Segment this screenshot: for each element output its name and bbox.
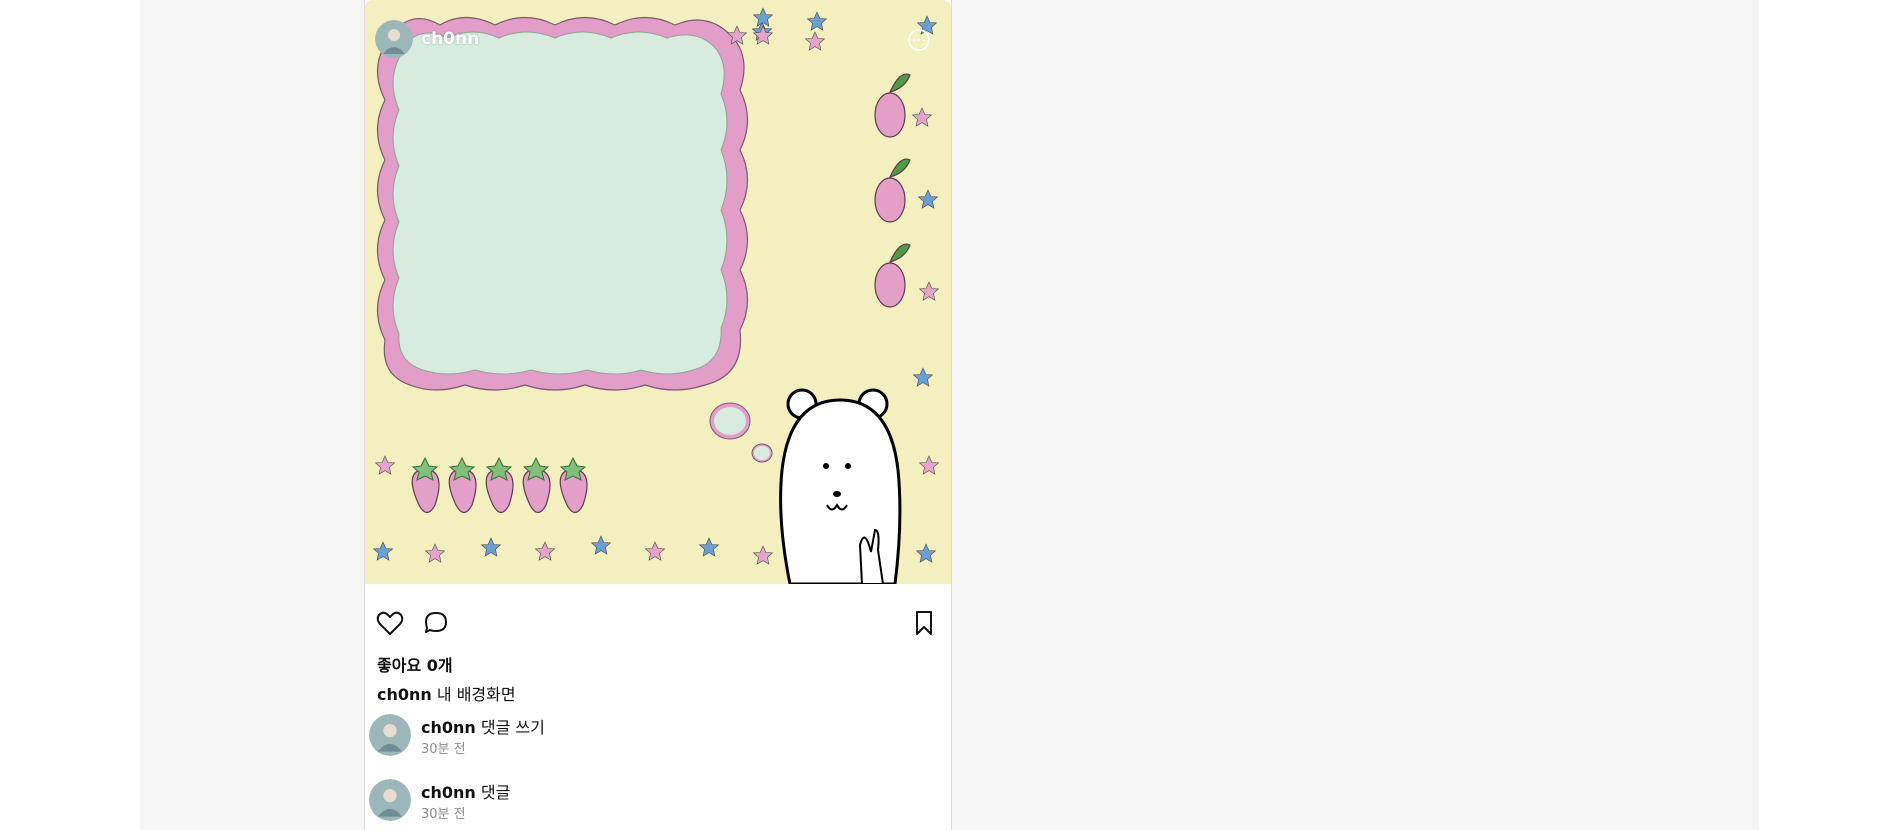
bookmark-icon [916, 611, 932, 635]
post-card: ch0nn 좋아요 0개 ch0nn 내 배경화면 ch0nn 댓글 쓰기 30… [364, 0, 952, 830]
more-icon [908, 29, 930, 51]
avatar-image [369, 714, 411, 756]
comment-avatar[interactable] [369, 779, 411, 821]
comment-body: ch0nn 댓글 [421, 779, 510, 803]
like-count: 좋아요 0개 [377, 656, 453, 675]
comment-text: 댓글 [480, 783, 511, 802]
comment-username[interactable]: ch0nn [421, 718, 476, 737]
more-options-button[interactable] [907, 28, 931, 52]
action-bar [365, 600, 951, 644]
post-header: ch0nn [375, 20, 479, 58]
caption-username[interactable]: ch0nn [377, 685, 432, 704]
comment-body: ch0nn 댓글 쓰기 [421, 714, 545, 738]
like-button[interactable] [375, 608, 405, 638]
avatar-image [369, 779, 411, 821]
caption-text: 내 배경화면 [436, 685, 516, 704]
comment-text: 댓글 쓰기 [480, 718, 545, 737]
comment-time: 30분 전 [421, 807, 466, 822]
comment-avatar[interactable] [369, 714, 411, 756]
author-username[interactable]: ch0nn [421, 29, 479, 49]
post-image[interactable] [365, 0, 951, 584]
comment-username[interactable]: ch0nn [421, 783, 476, 802]
comment-button[interactable] [421, 608, 451, 638]
author-avatar[interactable] [375, 20, 413, 58]
comment-item: ch0nn 댓글 쓰기 30분 전 [369, 714, 929, 762]
heart-icon [376, 611, 404, 635]
comment-time: 30분 전 [421, 742, 466, 757]
avatar-image [375, 20, 413, 58]
bookmark-button[interactable] [909, 608, 939, 638]
comment-item: ch0nn 댓글 30분 전 [369, 779, 929, 827]
post-caption: ch0nn 내 배경화면 [377, 681, 516, 705]
comment-icon [425, 612, 447, 633]
wallpaper-illustration [365, 0, 951, 584]
